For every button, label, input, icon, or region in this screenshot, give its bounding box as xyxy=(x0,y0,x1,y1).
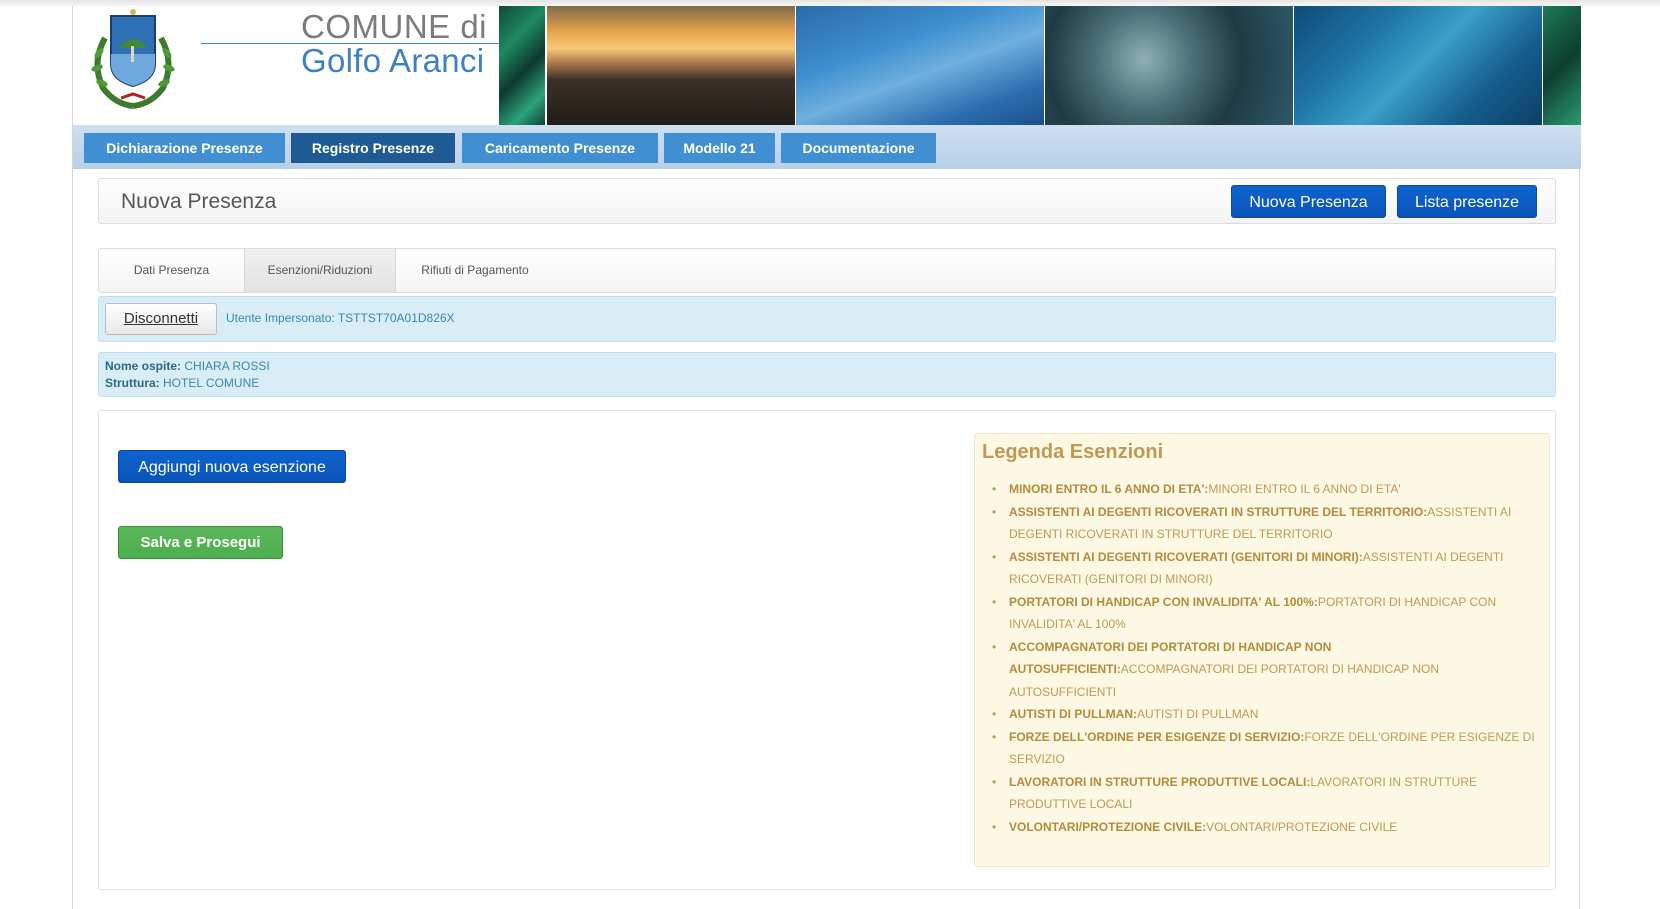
coat-of-arms-icon xyxy=(91,9,175,109)
guest-name-row: Nome ospite: CHIARA ROSSI xyxy=(105,359,270,373)
tab-esenzioni-riduzioni[interactable]: Esenzioni/Riduzioni xyxy=(244,249,396,292)
header-photo-strip xyxy=(499,6,545,125)
legend-item-code: PORTATORI DI HANDICAP CON INVALIDITA' AL… xyxy=(1009,594,1318,609)
impersonated-user-text: Utente Impersonato: TSTTST70A01D826X xyxy=(226,311,455,325)
guest-structure-value: HOTEL COMUNE xyxy=(163,376,260,390)
legend-item-desc: MINORI ENTRO IL 6 ANNO DI ETA' xyxy=(1208,482,1401,496)
guest-name-value: CHIARA ROSSI xyxy=(184,359,270,373)
nav-tab-caricamento-presenze[interactable]: Caricamento Presenze xyxy=(462,133,658,163)
legend-list: MINORI ENTRO IL 6 ANNO DI ETA':MINORI EN… xyxy=(989,478,1537,838)
legend-item: VOLONTARI/PROTEZIONE CIVILE:VOLONTARI/PR… xyxy=(989,816,1537,839)
site-header: COMUNE di Golfo Aranci xyxy=(73,6,1581,125)
nuova-presenza-button[interactable]: Nuova Presenza xyxy=(1231,185,1386,218)
legend-item-code: MINORI ENTRO IL 6 ANNO DI ETA': xyxy=(1009,482,1209,496)
impersonation-bar: Disconnetti Utente Impersonato: TSTTST70… xyxy=(98,296,1556,342)
legend-item-desc: AUTISTI DI PULLMAN xyxy=(1137,707,1259,721)
exemptions-content-panel: Aggiungi nuova esenzione Salva e Prosegu… xyxy=(98,410,1556,890)
nav-tab-dichiarazione-presenze[interactable]: Dichiarazione Presenze xyxy=(84,133,285,163)
legend-item-desc: VOLONTARI/PROTEZIONE CIVILE xyxy=(1206,819,1398,834)
nav-tab-registro-presenze[interactable]: Registro Presenze xyxy=(291,133,455,163)
legend-item: PORTATORI DI HANDICAP CON INVALIDITA' AL… xyxy=(989,591,1537,636)
nav-tab-documentazione[interactable]: Documentazione xyxy=(781,133,936,163)
header-photo-sunset xyxy=(547,6,795,125)
subtabs-bar: Dati Presenza Esenzioni/Riduzioni Rifiut… xyxy=(98,248,1556,293)
save-continue-button[interactable]: Salva e Prosegui xyxy=(118,526,283,559)
legend-item-code: VOLONTARI/PROTEZIONE CIVILE: xyxy=(1009,819,1207,834)
guest-name-label: Nome ospite: xyxy=(105,359,182,373)
site-title-line-1: COMUNE di xyxy=(301,8,488,45)
add-exemption-button[interactable]: Aggiungi nuova esenzione xyxy=(118,450,346,483)
legend-item-code: ASSISTENTI AI DEGENTI RICOVERATI (GENITO… xyxy=(1009,549,1363,564)
legend-item: ASSISTENTI AI DEGENTI RICOVERATI (GENITO… xyxy=(989,546,1537,591)
legend-item: LAVORATORI IN STRUTTURE PRODUTTIVE LOCAL… xyxy=(989,771,1537,816)
header-photo-school xyxy=(1294,6,1542,125)
page-header-panel: Nuova Presenza Nuova Presenza Lista pres… xyxy=(98,178,1556,224)
legend-item: FORZE DELL'ORDINE PER ESIGENZE DI SERVIZ… xyxy=(989,726,1537,771)
page-title: Nuova Presenza xyxy=(121,190,277,213)
legend-item-code: AUTISTI DI PULLMAN: xyxy=(1009,707,1137,721)
exemptions-legend: Legenda Esenzioni MINORI ENTRO IL 6 ANNO… xyxy=(974,433,1550,867)
guest-info-bar: Nome ospite: CHIARA ROSSI Struttura: HOT… xyxy=(98,352,1556,397)
page-container: COMUNE di Golfo Aranci Dichiarazione Pre… xyxy=(72,6,1581,909)
tab-rifiuti-di-pagamento[interactable]: Rifiuti di Pagamento xyxy=(396,249,554,292)
main-nav: Dichiarazione Presenze Registro Presenze… xyxy=(73,125,1581,169)
legend-item-code: LAVORATORI IN STRUTTURE PRODUTTIVE LOCAL… xyxy=(1009,774,1311,789)
legend-item-code: ASSISTENTI AI DEGENTI RICOVERATI IN STRU… xyxy=(1009,504,1428,519)
header-photo-moray xyxy=(1045,6,1293,125)
header-photo-strip-end xyxy=(1543,6,1581,125)
legend-item: ASSISTENTI AI DEGENTI RICOVERATI IN STRU… xyxy=(989,501,1537,546)
legend-item: MINORI ENTRO IL 6 ANNO DI ETA':MINORI EN… xyxy=(989,478,1537,501)
legend-item: AUTISTI DI PULLMAN:AUTISTI DI PULLMAN xyxy=(989,703,1537,726)
site-title-line-2: Golfo Aranci xyxy=(301,42,485,79)
guest-structure-row: Struttura: HOTEL COMUNE xyxy=(105,376,259,390)
legend-item: ACCOMPAGNATORI DEI PORTATORI DI HANDICAP… xyxy=(989,636,1537,704)
tab-dati-presenza[interactable]: Dati Presenza xyxy=(99,249,244,292)
legend-title: Legenda Esenzioni xyxy=(982,441,1164,463)
disconnect-button[interactable]: Disconnetti xyxy=(105,303,217,335)
guest-structure-label: Struttura: xyxy=(105,376,160,390)
legend-item-code: FORZE DELL'ORDINE PER ESIGENZE DI SERVIZ… xyxy=(1009,729,1305,744)
nav-tab-modello-21[interactable]: Modello 21 xyxy=(664,133,775,163)
lista-presenze-button[interactable]: Lista presenze xyxy=(1397,185,1537,218)
header-photo-fish xyxy=(796,6,1044,125)
